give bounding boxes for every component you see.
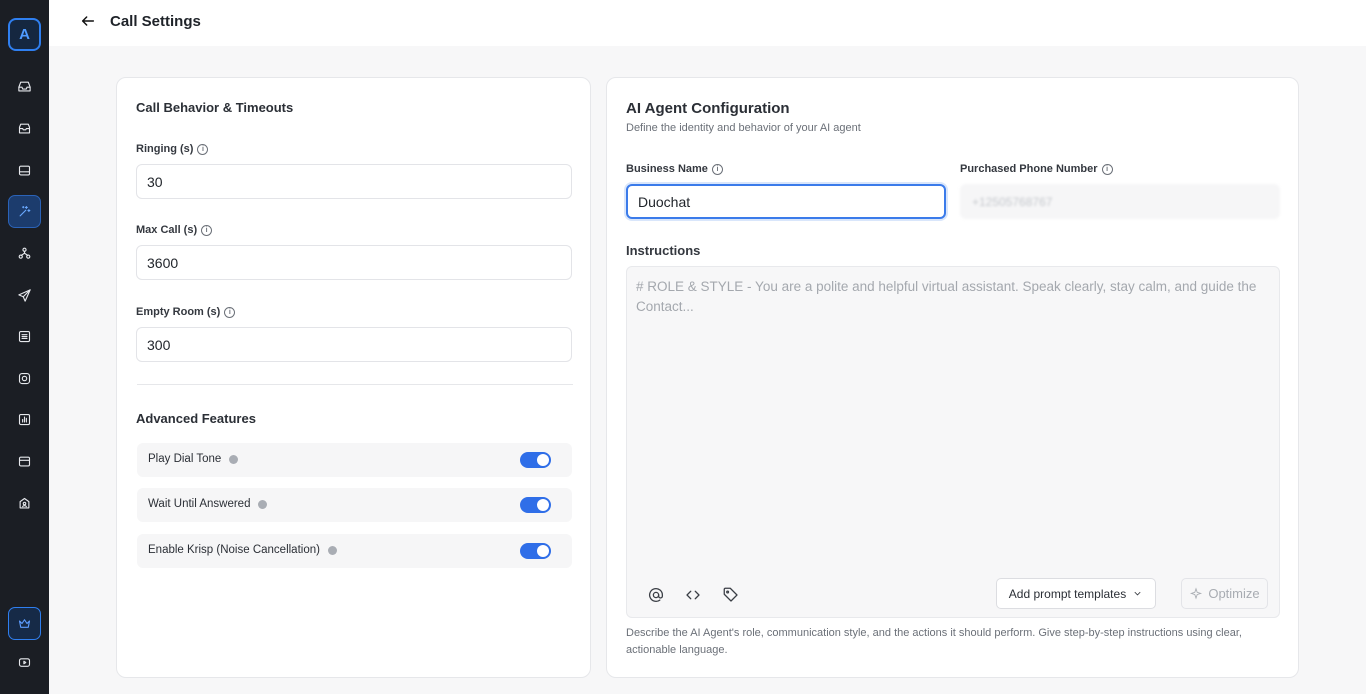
code-icon[interactable] xyxy=(683,585,703,605)
section-divider xyxy=(137,384,573,385)
archive-icon[interactable] xyxy=(8,112,41,145)
storage-icon[interactable] xyxy=(8,154,41,187)
play-dial-tone-toggle[interactable] xyxy=(520,452,551,468)
billing-icon[interactable] xyxy=(8,445,41,478)
max-call-input[interactable]: 3600 xyxy=(136,245,572,280)
video-icon[interactable] xyxy=(8,646,41,679)
toggle-label: Play Dial Tone xyxy=(148,453,239,465)
instructions-placeholder: # ROLE & STYLE - You are a polite and he… xyxy=(636,279,1257,314)
call-behavior-title: Call Behavior & Timeouts xyxy=(136,100,294,115)
inbox-icon[interactable] xyxy=(8,70,41,103)
toggle-label-text: Enable Krisp (Noise Cancellation) xyxy=(148,544,320,556)
max-call-label: Max Call (s) i xyxy=(136,224,213,236)
tag-icon[interactable] xyxy=(721,585,741,605)
add-prompt-templates-label: Add prompt templates xyxy=(1008,586,1127,601)
ringing-label: Ringing (s) i xyxy=(136,143,209,155)
ai-agent-config-subtitle: Define the identity and behavior of your… xyxy=(626,122,861,134)
instructions-label: Instructions xyxy=(626,243,701,258)
ai-agent-config-title: AI Agent Configuration xyxy=(626,100,790,117)
instructions-textarea[interactable]: # ROLE & STYLE - You are a polite and he… xyxy=(626,266,1280,618)
empty-room-label-text: Empty Room (s) xyxy=(136,306,221,318)
ringing-label-text: Ringing (s) xyxy=(136,143,194,155)
back-arrow-icon[interactable] xyxy=(79,12,97,30)
add-prompt-templates-button[interactable]: Add prompt templates xyxy=(996,578,1156,609)
business-name-label: Business Name i xyxy=(626,163,723,175)
chevron-down-icon xyxy=(1134,591,1141,596)
mention-icon[interactable] xyxy=(646,585,666,605)
max-call-label-text: Max Call (s) xyxy=(136,224,198,236)
phone-number-label-text: Purchased Phone Number xyxy=(960,163,1098,175)
ai-agent-icon[interactable] xyxy=(8,195,41,228)
top-bar: Call Settings xyxy=(49,0,1366,46)
wait-until-answered-toggle[interactable] xyxy=(520,497,551,513)
toggle-knob xyxy=(537,499,549,511)
info-icon[interactable] xyxy=(327,545,337,555)
phone-number-label: Purchased Phone Number i xyxy=(960,163,1113,175)
send-icon[interactable] xyxy=(8,279,41,312)
info-icon[interactable]: i xyxy=(197,143,209,155)
instagram-icon[interactable] xyxy=(8,362,41,395)
toggle-label-text: Play Dial Tone xyxy=(148,453,222,465)
business-name-label-text: Business Name xyxy=(626,163,708,175)
ringing-input[interactable]: 30 xyxy=(136,164,572,199)
toggle-knob xyxy=(537,545,549,557)
info-icon[interactable]: i xyxy=(224,306,236,318)
info-icon[interactable] xyxy=(258,499,268,509)
phone-number-input[interactable]: +12505768767 xyxy=(960,184,1280,219)
toggle-row-play-dial-tone: Play Dial Tone xyxy=(137,443,572,477)
toggle-row-enable-krisp: Enable Krisp (Noise Cancellation) xyxy=(137,534,572,568)
business-name-input[interactable]: Duochat xyxy=(626,184,946,219)
empty-room-label: Empty Room (s) i xyxy=(136,306,236,318)
crown-icon[interactable] xyxy=(8,607,41,640)
toggle-row-wait-until-answered: Wait Until Answered xyxy=(137,488,572,522)
sidebar: A xyxy=(0,0,49,694)
page-title: Call Settings xyxy=(110,13,201,30)
workflow-icon[interactable] xyxy=(8,237,41,270)
toggle-label: Wait Until Answered xyxy=(148,498,268,510)
optimize-label: Optimize xyxy=(1208,586,1260,601)
info-icon[interactable]: i xyxy=(711,163,723,175)
reports-icon[interactable] xyxy=(8,403,41,436)
advanced-features-title: Advanced Features xyxy=(136,411,256,426)
enable-krisp-toggle[interactable] xyxy=(520,543,551,559)
info-icon[interactable]: i xyxy=(1101,163,1113,175)
info-icon[interactable] xyxy=(229,454,239,464)
info-icon[interactable]: i xyxy=(201,224,213,236)
sparkle-icon xyxy=(1190,586,1203,599)
contacts-icon[interactable] xyxy=(8,487,41,520)
empty-room-input[interactable]: 300 xyxy=(136,327,572,362)
optimize-button[interactable]: Optimize xyxy=(1181,578,1268,609)
list-icon[interactable] xyxy=(8,320,41,353)
toggle-label-text: Wait Until Answered xyxy=(148,498,251,510)
ai-agent-config-card: AI Agent Configuration Define the identi… xyxy=(606,77,1299,678)
call-behavior-card: Call Behavior & Timeouts Ringing (s) i 3… xyxy=(116,77,591,678)
toggle-label: Enable Krisp (Noise Cancellation) xyxy=(148,544,337,556)
toggle-knob xyxy=(537,454,549,466)
instructions-help-text: Describe the AI Agent's role, communicat… xyxy=(626,627,1242,656)
app-logo[interactable]: A xyxy=(8,18,41,51)
